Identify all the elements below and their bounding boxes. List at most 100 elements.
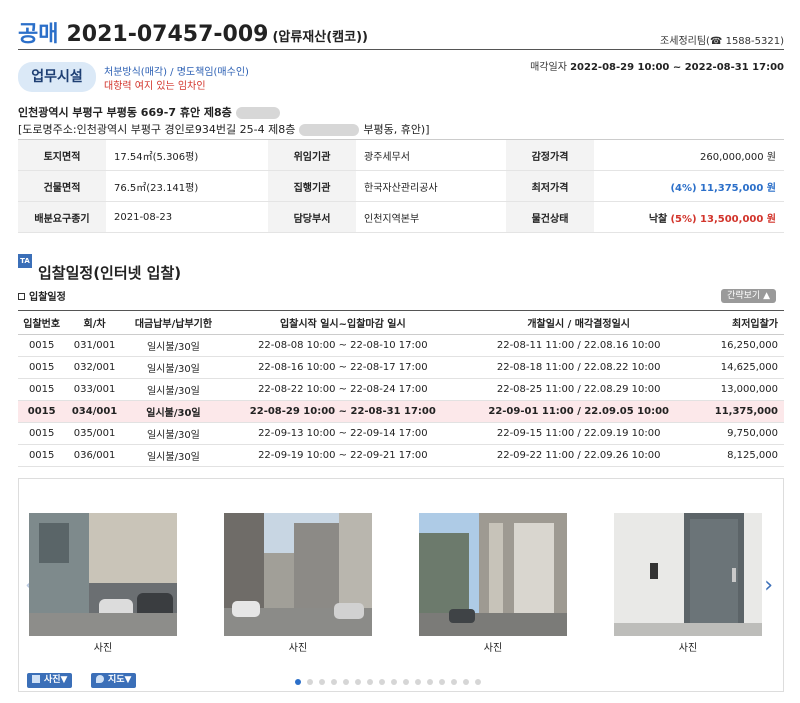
info-value: 한국자산관리공사 [356, 170, 506, 202]
pagination-dot[interactable] [427, 679, 433, 685]
minimum-price: (4%) 11,375,000 원 [594, 170, 784, 202]
table-row: 0015 032/001 일시불/30일 22-08-16 10:00 ~ 22… [18, 356, 784, 379]
cell: 0015 [18, 444, 66, 467]
notes: 처분방식(매각) / 명도책임(매수인) 대항력 여지 있는 임차인 [104, 66, 249, 94]
cell: 22-09-01 11:00 / 22.09.05 10:00 [462, 400, 695, 423]
cell: 0015 [18, 378, 66, 401]
info-row: 배분요구종기 2021-08-23 담당부서 인천지역본부 물건상태 낙찰 (5… [18, 201, 784, 233]
property-info-table: 토지면적 17.54㎡(5.306평) 위임기관 광주세무서 감정가격 260,… [18, 139, 784, 233]
sale-date: 매각일자 2022-08-29 10:00 ~ 2022-08-31 17:00 [530, 58, 784, 73]
info-label: 담당부서 [268, 201, 356, 233]
pagination-dot[interactable] [355, 679, 361, 685]
cell: 031/001 [65, 334, 124, 357]
tank-icon: TA NK [18, 254, 32, 279]
cell: 0015 [18, 400, 66, 423]
pagination-dot[interactable] [475, 679, 481, 685]
map-tab-button[interactable]: 지도▼ [91, 673, 137, 688]
schedule-subheader: 입찰일정 간략보기 ▲ [18, 285, 784, 303]
pagination-dot[interactable] [343, 679, 349, 685]
cell: 0015 [18, 422, 66, 445]
cell: 034/001 [65, 400, 124, 423]
property-status: 낙찰 (5%) 13,500,000 원 [594, 201, 784, 233]
schedule-subtitle: 입찰일정 [18, 288, 66, 303]
photo-thumbnail[interactable] [419, 513, 567, 636]
info-label: 감정가격 [506, 139, 594, 171]
road-address-text: [도로명주소:인천광역시 부평구 경인로934번길 25-4 제8층 [18, 123, 296, 136]
cell: 22-08-25 11:00 / 22.08.29 10:00 [462, 378, 695, 401]
cell: 일시불/30일 [123, 356, 224, 379]
photo-caption: 사진 [678, 643, 698, 654]
pagination-dot[interactable] [307, 679, 313, 685]
redacted-blur [299, 124, 360, 136]
cell: 일시불/30일 [123, 400, 224, 423]
cell: 9,750,000 [694, 422, 784, 445]
pagination-dot[interactable] [403, 679, 409, 685]
square-bullet-icon [18, 293, 25, 300]
photo-thumbnail[interactable] [614, 513, 762, 636]
cell: 22-08-22 10:00 ~ 22-08-24 17:00 [223, 378, 463, 401]
cell: 22-08-29 10:00 ~ 22-08-31 17:00 [223, 400, 463, 423]
cell: 22-08-16 10:00 ~ 22-08-17 17:00 [223, 356, 463, 379]
photo-tab-label: 사진▼ [44, 675, 68, 685]
bid-schedule-table: 입찰번호 회/차 대금납부/납부기한 입찰시작 일시~입찰마감 일시 개찰일시 … [18, 310, 784, 467]
cell: 22-09-13 10:00 ~ 22-09-14 17:00 [223, 422, 463, 445]
info-label: 물건상태 [506, 201, 594, 233]
pagination-dot[interactable] [331, 679, 337, 685]
col-bid-period: 입찰시작 일시~입찰마감 일시 [223, 310, 463, 335]
cell: 035/001 [65, 422, 124, 445]
info-value: 광주세무서 [356, 139, 506, 171]
info-value: 17.54㎡(5.306평) [106, 139, 268, 171]
winning-bid: (5%) 13,500,000 원 [670, 213, 776, 225]
road-address-suffix: 부평동, 휴안)] [363, 123, 430, 136]
lot-address: 인천광역시 부평구 부평동 669-7 휴안 제8층 [18, 104, 284, 120]
disposal-note: 처분방식(매각) / 명도책임(매수인) [104, 67, 249, 78]
pagination-dot[interactable] [391, 679, 397, 685]
cell: 13,000,000 [694, 378, 784, 401]
title-bar: 공매 2021-07457-009 (압류재산(캠코)) 조세정리팀(☎ 1588-… [18, 10, 784, 50]
col-payment: 대금납부/납부기한 [123, 310, 224, 335]
photo-caption: 사진 [288, 643, 308, 654]
cell: 일시불/30일 [123, 444, 224, 467]
table-row: 0015 033/001 일시불/30일 22-08-22 10:00 ~ 22… [18, 378, 784, 401]
cell: 22-08-18 11:00 / 22.08.22 10:00 [462, 356, 695, 379]
grid-icon [32, 675, 40, 683]
pagination-dot[interactable] [415, 679, 421, 685]
pagination-dot[interactable] [439, 679, 445, 685]
map-tab-label: 지도▼ [108, 675, 132, 685]
schedule-subtitle-text: 입찰일정 [29, 292, 66, 303]
photo-thumbnail[interactable] [29, 513, 177, 636]
cell: 22-08-08 10:00 ~ 22-08-10 17:00 [223, 334, 463, 357]
cell: 11,375,000 [694, 400, 784, 423]
info-row: 건물면적 76.5㎡(23.141평) 집행기관 한국자산관리공사 최저가격 (… [18, 170, 784, 202]
cell: 0015 [18, 334, 66, 357]
photo-tab-button[interactable]: 사진▼ [27, 673, 73, 688]
info-label: 집행기관 [268, 170, 356, 202]
cell: 22-09-15 11:00 / 22.09.19 10:00 [462, 422, 695, 445]
info-value: 인천지역본부 [356, 201, 506, 233]
section-title: TA NK 입찰일정(인터넷 입찰) [18, 254, 181, 283]
cell: 032/001 [65, 356, 124, 379]
pagination-dot[interactable] [319, 679, 325, 685]
cell: 22-09-19 10:00 ~ 22-09-21 17:00 [223, 444, 463, 467]
pagination-dot[interactable] [295, 679, 301, 685]
sale-date-value: 2022-08-29 10:00 ~ 2022-08-31 17:00 [570, 62, 784, 73]
info-label: 최저가격 [506, 170, 594, 202]
pagination-dot[interactable] [379, 679, 385, 685]
photo-thumbnail[interactable] [224, 513, 372, 636]
photo-gallery: ‹ [18, 478, 784, 692]
pagination-dot[interactable] [451, 679, 457, 685]
lot-address-text: 인천광역시 부평구 부평동 669-7 휴안 제8층 [18, 106, 232, 119]
section-title-text: 입찰일정(인터넷 입찰) [38, 264, 182, 282]
cell: 일시불/30일 [123, 378, 224, 401]
pagination-dot[interactable] [463, 679, 469, 685]
sale-date-label: 매각일자 [530, 62, 567, 73]
col-round: 회/차 [65, 310, 124, 335]
property-type-badge: 업무시설 [18, 62, 96, 92]
info-label: 건물면적 [18, 170, 106, 202]
tenant-warning: 대항력 여지 있는 임차인 [104, 81, 206, 92]
chevron-right-icon[interactable]: › [764, 573, 773, 598]
schedule-header-row: 입찰번호 회/차 대금납부/납부기한 입찰시작 일시~입찰마감 일시 개찰일시 … [18, 310, 784, 335]
collapse-toggle-button[interactable]: 간략보기 ▲ [721, 289, 776, 303]
col-min-bid: 최저입찰가 [694, 310, 784, 335]
pagination-dot[interactable] [367, 679, 373, 685]
